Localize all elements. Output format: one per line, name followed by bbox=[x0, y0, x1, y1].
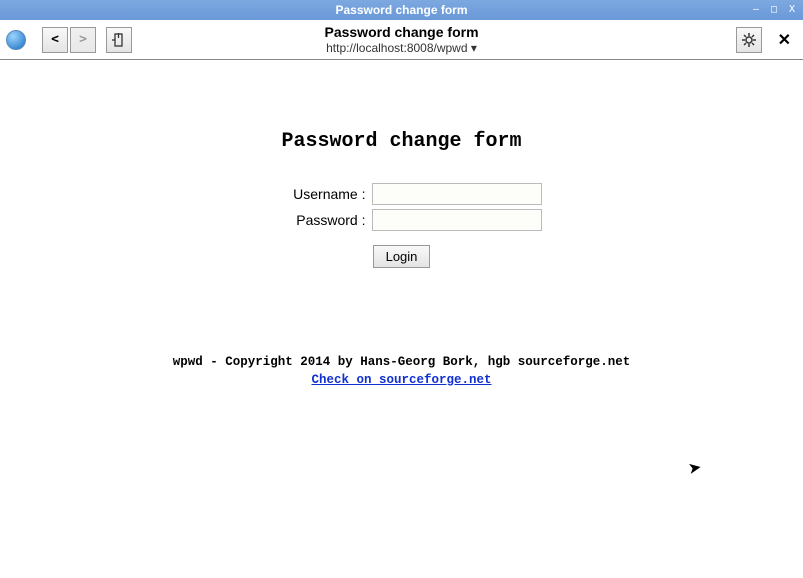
window-close-button[interactable]: X bbox=[785, 3, 799, 17]
window-controls: – □ X bbox=[749, 3, 799, 17]
footer: wpwd - Copyright 2014 by Hans-Georg Bork… bbox=[0, 354, 803, 389]
sourceforge-link[interactable]: Check on sourceforge.net bbox=[311, 373, 491, 387]
settings-button[interactable] bbox=[736, 27, 762, 53]
gear-icon bbox=[742, 33, 756, 47]
username-row: Username : bbox=[0, 183, 803, 205]
window-title: Password change form bbox=[335, 3, 467, 17]
back-button[interactable]: < bbox=[42, 27, 68, 53]
password-input[interactable] bbox=[372, 209, 542, 231]
username-input[interactable] bbox=[372, 183, 542, 205]
forward-button: > bbox=[70, 27, 96, 53]
page-title: Password change form bbox=[324, 24, 478, 41]
cursor-icon: ➤ bbox=[686, 457, 703, 479]
minimize-button[interactable]: – bbox=[749, 3, 763, 17]
bookmark-button[interactable] bbox=[106, 27, 132, 53]
login-button[interactable]: Login bbox=[373, 245, 431, 268]
username-label: Username : bbox=[262, 186, 372, 202]
copyright-text: wpwd - Copyright 2014 by Hans-Georg Bork… bbox=[0, 354, 803, 372]
browser-toolbar: < > Password change form http://localhos… bbox=[0, 20, 803, 60]
page-url: http://localhost:8008/wpwd ▾ bbox=[324, 41, 478, 55]
bookmark-icon bbox=[112, 33, 126, 47]
password-label: Password : bbox=[262, 212, 372, 228]
maximize-button[interactable]: □ bbox=[767, 3, 781, 17]
page-content: Password change form Username : Password… bbox=[0, 60, 803, 389]
form-heading: Password change form bbox=[0, 130, 803, 153]
window-titlebar: Password change form – □ X bbox=[0, 0, 803, 20]
address-bar[interactable]: Password change form http://localhost:80… bbox=[324, 24, 478, 55]
password-row: Password : bbox=[0, 209, 803, 231]
close-tab-button[interactable]: ✕ bbox=[772, 30, 797, 50]
globe-icon[interactable] bbox=[6, 30, 26, 50]
